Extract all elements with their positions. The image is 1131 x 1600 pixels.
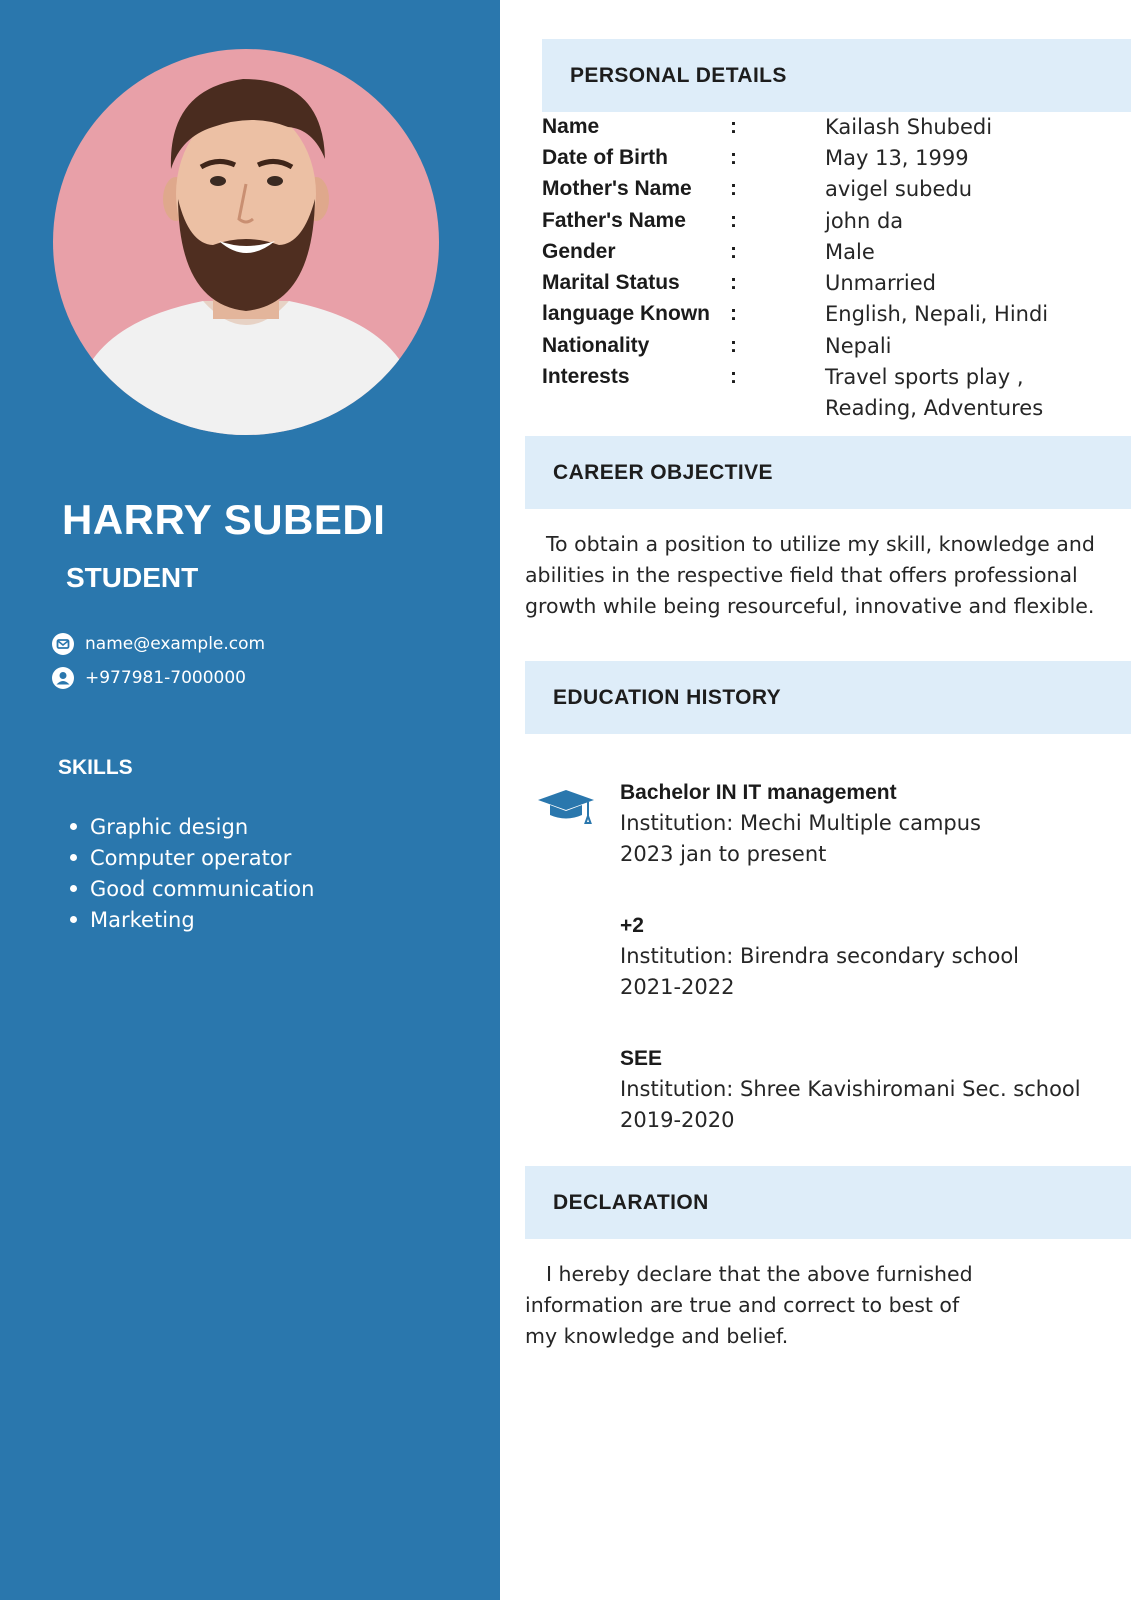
- declaration-band: DECLARATION: [525, 1166, 1131, 1239]
- skill-label: Computer operator: [90, 845, 292, 870]
- career-objective-text: To obtain a position to utilize my skill…: [525, 529, 1110, 622]
- education-degree: +2: [620, 914, 644, 937]
- education-period: 2019-2020: [620, 1108, 735, 1132]
- personal-details-table: Name: Kailash Shubedi Date of Birth: May 1…: [542, 111, 1122, 424]
- detail-separator: :: [730, 177, 737, 201]
- bullet-icon: [70, 823, 77, 830]
- detail-separator: :: [730, 208, 737, 232]
- education-degree: Bachelor IN IT management: [620, 781, 897, 804]
- detail-label: Father's Name: [542, 208, 686, 232]
- detail-row: language Known: English, Nepali, Hindi: [542, 299, 1122, 330]
- skill-item: Graphic design: [70, 811, 314, 842]
- detail-label: Interests: [542, 365, 630, 389]
- detail-value: Travel sports play ,: [825, 365, 1024, 390]
- email-text[interactable]: name@example.com: [85, 634, 265, 654]
- education-period: 2021-2022: [620, 975, 735, 999]
- detail-value: Nepali: [825, 333, 892, 358]
- profile-photo: [53, 49, 439, 435]
- education-institution: Institution: Shree Kavishiromani Sec. sc…: [620, 1077, 1081, 1101]
- detail-label: Marital Status: [542, 271, 680, 295]
- skills-list: Graphic design Computer operator Good co…: [70, 811, 314, 935]
- detail-separator: :: [730, 114, 737, 138]
- skill-label: Marketing: [90, 907, 195, 932]
- skill-item: Good communication: [70, 873, 314, 904]
- detail-separator: :: [730, 239, 737, 263]
- detail-value: English, Nepali, Hindi: [825, 302, 1049, 327]
- declaration-heading: DECLARATION: [553, 1190, 709, 1214]
- detail-row: Date of Birth: May 13, 1999: [542, 142, 1122, 173]
- detail-value: Kailash Shubedi: [825, 114, 993, 139]
- detail-label: Date of Birth: [542, 145, 668, 169]
- sidebar: HARRY SUBEDI STUDENT name@example.com +9…: [0, 0, 500, 1600]
- skill-label: Graphic design: [90, 814, 249, 839]
- detail-separator: :: [730, 302, 737, 326]
- skill-label: Good communication: [90, 876, 315, 901]
- detail-separator: :: [730, 145, 737, 169]
- detail-row: Interests: Travel sports play ,: [542, 361, 1122, 392]
- detail-label: Mother's Name: [542, 177, 692, 201]
- education-institution: Institution: Birendra secondary school: [620, 944, 1020, 968]
- detail-label: Gender: [542, 239, 616, 263]
- skill-item: Marketing: [70, 904, 314, 935]
- user-circle-icon: [52, 667, 74, 689]
- bullet-icon: [70, 885, 77, 892]
- education-institution: Institution: Mechi Multiple campus: [620, 811, 981, 835]
- education-entry: +2 Institution: Birendra secondary schoo…: [620, 910, 1120, 1003]
- detail-value: avigel subedu: [825, 177, 973, 202]
- personal-details-heading: PERSONAL DETAILS: [570, 63, 787, 87]
- detail-label: Name: [542, 114, 600, 138]
- detail-row: Father's Name: john da: [542, 205, 1122, 236]
- candidate-name: HARRY SUBEDI: [62, 496, 386, 543]
- detail-row: Gender: Male: [542, 236, 1122, 267]
- detail-row: Nationality: Nepali: [542, 330, 1122, 361]
- declaration-text: I hereby declare that the above furnishe…: [525, 1259, 995, 1352]
- phone-contact[interactable]: +977981-7000000: [52, 667, 246, 689]
- career-objective-band: CAREER OBJECTIVE: [525, 436, 1131, 509]
- education-heading: EDUCATION HISTORY: [553, 685, 782, 709]
- detail-value: Male: [825, 239, 875, 264]
- bullet-icon: [70, 916, 77, 923]
- detail-label: language Known: [542, 302, 710, 326]
- personal-details-band: PERSONAL DETAILS: [542, 39, 1131, 112]
- education-degree: SEE: [620, 1047, 663, 1070]
- skills-heading: SKILLS: [58, 756, 133, 779]
- detail-value: May 13, 1999: [825, 145, 969, 170]
- skill-item: Computer operator: [70, 842, 314, 873]
- bullet-icon: [70, 854, 77, 861]
- education-entry: SEE Institution: Shree Kavishiromani Sec…: [620, 1043, 1120, 1136]
- detail-row: Marital Status: Unmarried: [542, 267, 1122, 298]
- graduation-cap-icon: [538, 790, 594, 824]
- career-objective-body: To obtain a position to utilize my skill…: [525, 532, 1095, 618]
- email-contact[interactable]: name@example.com: [52, 633, 265, 655]
- declaration-body: I hereby declare that the above furnishe…: [525, 1262, 973, 1348]
- education-entry: Bachelor IN IT management Institution: M…: [620, 777, 1120, 870]
- career-objective-heading: CAREER OBJECTIVE: [553, 460, 773, 484]
- education-period: 2023 jan to present: [620, 842, 827, 866]
- phone-text[interactable]: +977981-7000000: [85, 668, 246, 688]
- detail-value-continuation: Reading, Adventures: [825, 396, 1044, 421]
- detail-row: Mother's Name: avigel subedu: [542, 174, 1122, 205]
- detail-separator: :: [730, 271, 737, 295]
- detail-separator: :: [730, 365, 737, 389]
- detail-value: Unmarried: [825, 271, 936, 296]
- detail-value: john da: [825, 208, 904, 233]
- candidate-role: STUDENT: [66, 562, 199, 593]
- detail-separator: :: [730, 333, 737, 357]
- detail-label: Nationality: [542, 333, 650, 357]
- education-band: EDUCATION HISTORY: [525, 661, 1131, 734]
- mail-icon: [52, 633, 74, 655]
- detail-row: Name: Kailash Shubedi: [542, 111, 1122, 142]
